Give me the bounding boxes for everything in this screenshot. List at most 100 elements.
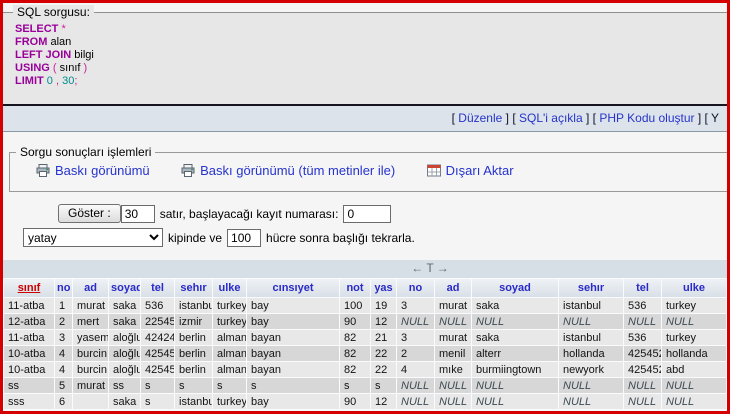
table-cell: 3 (397, 298, 434, 313)
column-sort-link[interactable]: no (409, 282, 422, 294)
printer-icon (181, 164, 195, 180)
table-header-row: sınıf no ad soyad tel sehır ulke cınsıyet notyas… (4, 279, 726, 297)
phpmyadmin-results-page: SQL sorgusu: SELECT *FROM alanLEFT JOIN … (0, 0, 730, 414)
table-cell: 536 (141, 298, 174, 313)
column-sort-link[interactable]: ulke (218, 282, 240, 294)
display-options-form: Göster : satır, başlayacağı kayıt numara… (3, 192, 727, 260)
table-cell: almanya (213, 346, 246, 361)
table-cell: 6 (55, 394, 72, 409)
display-mode-select[interactable]: yatay (23, 228, 163, 247)
table-cell: NULL (559, 378, 623, 393)
table-cell: 1 (55, 298, 72, 313)
column-sort-link[interactable]: not (346, 282, 363, 294)
column-sort-link[interactable]: cınsıyet (273, 282, 314, 294)
table-cell: aloğlu (109, 330, 140, 345)
table-cell: bay (247, 314, 339, 329)
print-view-label: Baskı görünümü (55, 163, 150, 178)
table-cell: 4 (55, 362, 72, 377)
table-cell: s (340, 378, 370, 393)
table-cell: saka (109, 314, 140, 329)
table-cell: 4242452 (141, 330, 174, 345)
table-cell: bay (247, 394, 339, 409)
table-cell: s (175, 378, 212, 393)
table-cell: 2 (397, 346, 434, 361)
rows-count-label: satır, başlayacağı kayıt numarası: (160, 207, 339, 221)
repeat-headers-label: hücre sonra başlığı tekrarla. (266, 231, 415, 245)
column-sort-link[interactable]: ad (84, 282, 97, 294)
column-sort-link[interactable]: sehır (180, 282, 206, 294)
print-view-fulltext-link[interactable]: Baskı görünümü (tüm metinler ile) (181, 163, 395, 178)
table-cell: alterr (472, 346, 558, 361)
start-record-input[interactable] (343, 205, 391, 223)
sql-code: SELECT *FROM alanLEFT JOIN bilgiUSING ( … (15, 23, 717, 88)
table-cell: murat (73, 378, 108, 393)
table-cell: turkey (213, 394, 246, 409)
nav-marker[interactable]: ← T → (411, 261, 449, 275)
table-cell: menil (435, 346, 471, 361)
table-cell: NULL (624, 378, 661, 393)
column-sort-link[interactable]: yas (374, 282, 392, 294)
column-sort-link[interactable]: no (57, 282, 70, 294)
column-sort-link[interactable]: soyad (499, 282, 531, 294)
table-row: ss5muratssssssssNULLNULLNULLNULLNULLNULL (4, 378, 726, 393)
table-cell: 536 (624, 298, 661, 313)
sql-action-link[interactable]: SQL'i açıkla (519, 111, 583, 125)
show-button[interactable]: Göster : (58, 204, 121, 223)
table-cell: istanbul (175, 394, 212, 409)
table-cell: 82 (340, 330, 370, 345)
print-view-link[interactable]: Baskı görünümü (36, 163, 150, 178)
sql-query-legend: SQL sorgusu: (13, 5, 94, 19)
table-cell: 3 (397, 330, 434, 345)
table-cell: ss (109, 378, 140, 393)
table-cell: turkey (662, 330, 726, 345)
table-cell: NULL (662, 314, 726, 329)
table-cell: almanya (213, 330, 246, 345)
column-header: cınsıyet (247, 279, 339, 297)
table-cell: NULL (397, 378, 434, 393)
repeat-headers-input[interactable] (227, 229, 261, 247)
column-header: ad (73, 279, 108, 297)
table-cell: berlin (175, 346, 212, 361)
table-cell: turkey (662, 298, 726, 313)
rows-count-input[interactable] (121, 205, 155, 223)
table-cell: NULL (397, 314, 434, 329)
table-row: sss6sakasistanbulturkeybay9012NULLNULLNU… (4, 394, 726, 409)
sql-line: LIMIT 0 , 30; (15, 75, 717, 88)
table-cell: s (141, 378, 174, 393)
column-sort-link[interactable]: tel (636, 282, 649, 294)
sql-line: USING ( sınıf ) (15, 62, 717, 75)
column-sort-link[interactable]: ad (447, 282, 460, 294)
table-cell: 90 (340, 394, 370, 409)
column-header: sehır (559, 279, 623, 297)
sql-actions: [ Düzenle ] [ SQL'i açıkla ] [ PHP Kodu … (452, 111, 719, 125)
table-cell: 19 (371, 298, 396, 313)
table-cell: NULL (472, 394, 558, 409)
table-cell: 425452 (624, 362, 661, 377)
sql-line: SELECT * (15, 23, 717, 36)
column-sort-link[interactable]: soyad (111, 282, 140, 294)
bracket: ] (695, 111, 705, 125)
table-row: 10-atba4burcinaloğlu425452berlinalmanyab… (4, 346, 726, 361)
sql-action-link[interactable]: Düzenle (458, 111, 502, 125)
column-sort-link[interactable]: sehır (578, 282, 604, 294)
column-header: no (55, 279, 72, 297)
table-cell: 5 (55, 378, 72, 393)
sql-action-link[interactable]: PHP Kodu oluştur (599, 111, 694, 125)
table-row: 11-atba1muratsaka536istanbulturkeybay100… (4, 298, 726, 313)
table-nav-bar: ← T → (3, 260, 727, 278)
table-cell: NULL (624, 394, 661, 409)
column-sort-link[interactable]: sınıf (18, 282, 41, 294)
table-cell: sss (4, 394, 54, 409)
results-section: Sorgu sonuçları işlemleri Baskı görünümü… (3, 132, 727, 410)
table-cell: aloğlu (109, 346, 140, 361)
column-sort-link[interactable]: ulke (683, 282, 705, 294)
sql-line: FROM alan (15, 36, 717, 49)
column-header: yas (371, 279, 396, 297)
table-cell: NULL (435, 394, 471, 409)
table-cell: turkey (213, 298, 246, 313)
table-cell: 536 (624, 330, 661, 345)
table-cell: 11-atba (4, 330, 54, 345)
column-sort-link[interactable]: tel (151, 282, 164, 294)
export-link[interactable]: Dışarı Aktar (427, 163, 514, 178)
table-cell: 10-atba (4, 362, 54, 377)
